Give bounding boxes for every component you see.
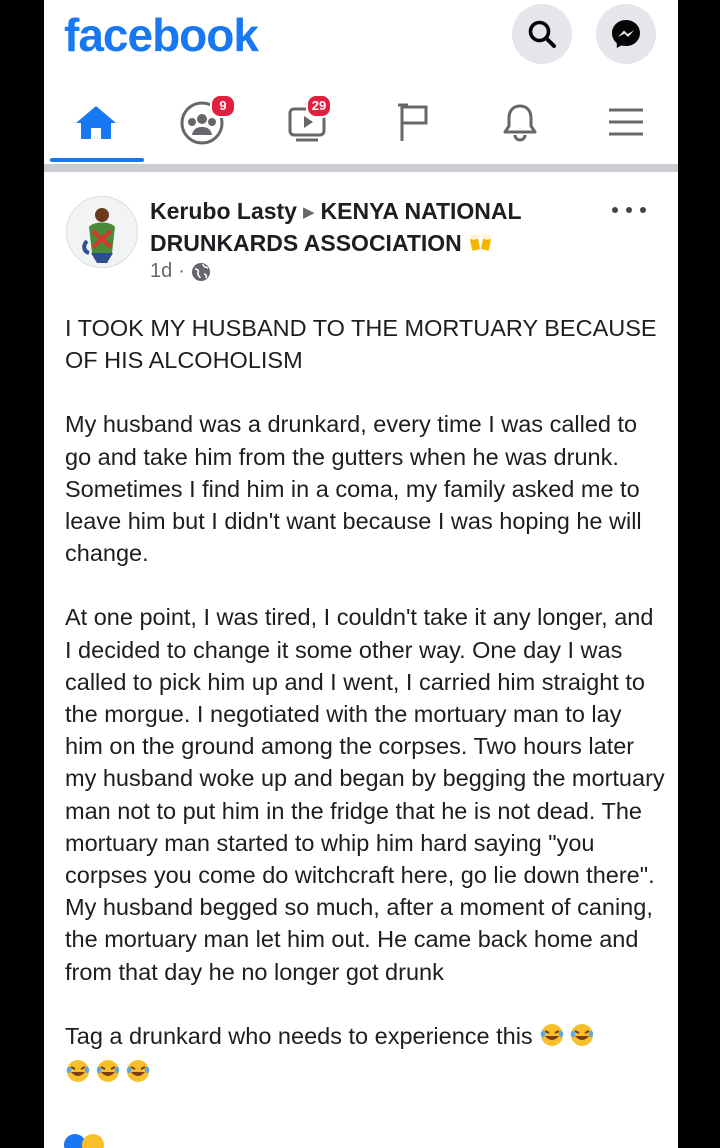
search-button[interactable] [512, 4, 572, 64]
top-bar: facebook [44, 0, 678, 72]
post-header: Kerubo Lasty ▶ KENYA NATIONAL DRUNKARDS AS… [150, 196, 570, 262]
shared-to-arrow-icon: ▶ [302, 204, 315, 221]
post-call-to-action: Tag a drunkard who needs to experience t… [65, 1022, 533, 1049]
more-options-button[interactable] [612, 200, 646, 220]
more-options-icon [612, 207, 618, 213]
active-tab-indicator [50, 158, 144, 162]
tab-notifications[interactable] [468, 80, 572, 164]
groups-notification-badge: 9 [210, 94, 236, 118]
author-avatar[interactable] [66, 196, 138, 268]
facebook-logo[interactable]: facebook [64, 8, 259, 62]
post-paragraph-1: My husband was a drunkard, every time I … [65, 411, 642, 567]
search-icon [528, 20, 556, 48]
home-icon [76, 106, 116, 139]
post-paragraph-2: At one point, I was tired, I couldn't ta… [65, 604, 665, 985]
tab-menu[interactable] [574, 80, 678, 164]
feed-post: Kerubo Lasty ▶ KENYA NATIONAL DRUNKARDS AS… [44, 172, 678, 1148]
beer-cheers-emoji-icon [468, 231, 494, 262]
messenger-icon [612, 20, 640, 48]
globe-icon [191, 262, 210, 281]
rofl-emoji-icon [539, 1022, 597, 1056]
bell-icon [503, 104, 537, 142]
phone-screen: facebook 9 29 Kerubo Lasty ▶ KENYA NATIO… [44, 0, 678, 1148]
haha-reaction-icon [82, 1134, 104, 1148]
watch-notification-badge: 29 [306, 94, 332, 118]
main-nav: 9 29 [44, 80, 678, 164]
feed-separator [44, 164, 678, 172]
tab-watch[interactable]: 29 [256, 80, 360, 164]
tab-home[interactable] [44, 80, 148, 164]
post-body: I TOOK MY HUSBAND TO THE MORTUARY BECAUS… [65, 312, 665, 1124]
rofl-emoji-row-icon [65, 1058, 155, 1092]
tab-pages[interactable] [362, 80, 466, 164]
messenger-button[interactable] [596, 4, 656, 64]
post-time[interactable]: 1d [150, 260, 172, 283]
meta-separator: · [178, 260, 185, 282]
post-meta: 1d · [150, 260, 211, 283]
tab-groups[interactable]: 9 [150, 80, 254, 164]
flag-icon [398, 103, 428, 141]
reactions-summary[interactable] [64, 1130, 664, 1148]
post-paragraph-3: Tag a drunkard who needs to experience t… [65, 1020, 665, 1092]
menu-icon [609, 108, 643, 136]
author-name[interactable]: Kerubo Lasty [150, 198, 297, 224]
avatar-image [67, 197, 137, 267]
post-headline: I TOOK MY HUSBAND TO THE MORTUARY BECAUS… [65, 315, 657, 374]
